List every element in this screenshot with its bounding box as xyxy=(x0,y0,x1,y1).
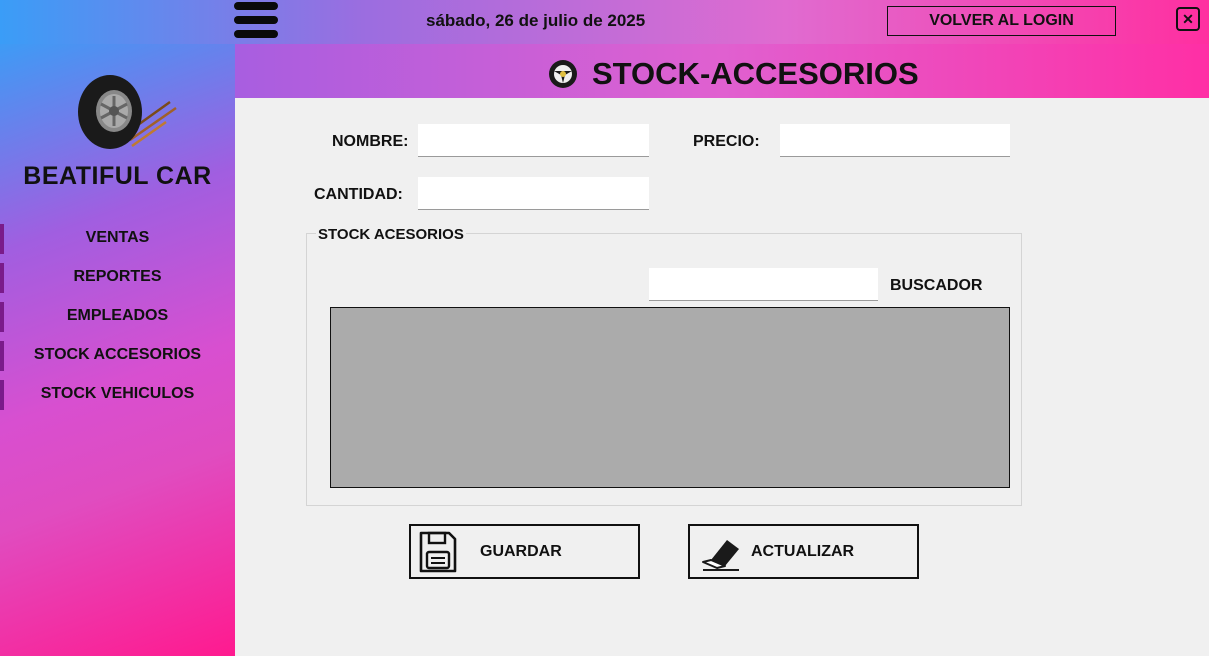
close-icon[interactable]: ✕ xyxy=(1176,7,1200,31)
floppy-disk-icon xyxy=(419,531,457,572)
nombre-label: NOMBRE: xyxy=(332,133,409,150)
precio-label: PRECIO: xyxy=(693,133,760,150)
sidebar-item-stock-accesorios[interactable]: STOCK ACCESORIOS xyxy=(0,341,235,380)
cantidad-input[interactable] xyxy=(418,177,649,210)
sidebar-nav: VENTAS REPORTES EMPLEADOS STOCK ACCESORI… xyxy=(0,224,235,419)
stock-data-grid[interactable] xyxy=(330,307,1010,488)
date-display: sábado, 26 de julio de 2025 xyxy=(426,11,646,30)
top-bar: sábado, 26 de julio de 2025 VOLVER AL LO… xyxy=(0,0,1209,44)
brand-name: BEATIFUL CAR xyxy=(23,162,212,190)
sidebar-item-reportes[interactable]: REPORTES xyxy=(0,263,235,302)
hamburger-menu-icon[interactable] xyxy=(232,2,280,40)
steering-wheel-icon xyxy=(549,60,577,88)
cantidad-label: CANTIDAD: xyxy=(314,186,403,203)
sidebar-item-ventas[interactable]: VENTAS xyxy=(0,224,235,263)
page-title: STOCK-ACCESORIOS xyxy=(548,54,919,94)
back-to-login-button[interactable]: VOLVER AL LOGIN xyxy=(887,6,1116,36)
tire-icon xyxy=(78,75,177,149)
update-button-label: ACTUALIZAR xyxy=(751,542,855,560)
nombre-input[interactable] xyxy=(418,124,649,157)
update-button[interactable]: ACTUALIZAR xyxy=(688,524,919,579)
eraser-icon xyxy=(702,539,739,571)
sidebar: BEATIFUL CAR VENTAS REPORTES EMPLEADOS S… xyxy=(0,44,235,656)
save-button[interactable]: GUARDAR xyxy=(409,524,640,579)
search-input[interactable] xyxy=(649,268,878,301)
sidebar-item-stock-vehiculos[interactable]: STOCK VEHICULOS xyxy=(0,380,235,419)
precio-input[interactable] xyxy=(780,124,1010,157)
sidebar-item-empleados[interactable]: EMPLEADOS xyxy=(0,302,235,341)
stock-groupbox-legend: STOCK ACESORIOS xyxy=(316,226,466,243)
save-button-label: GUARDAR xyxy=(480,542,562,560)
page-title-text: STOCK-ACCESORIOS xyxy=(592,56,919,91)
search-label: BUSCADOR xyxy=(890,277,983,294)
